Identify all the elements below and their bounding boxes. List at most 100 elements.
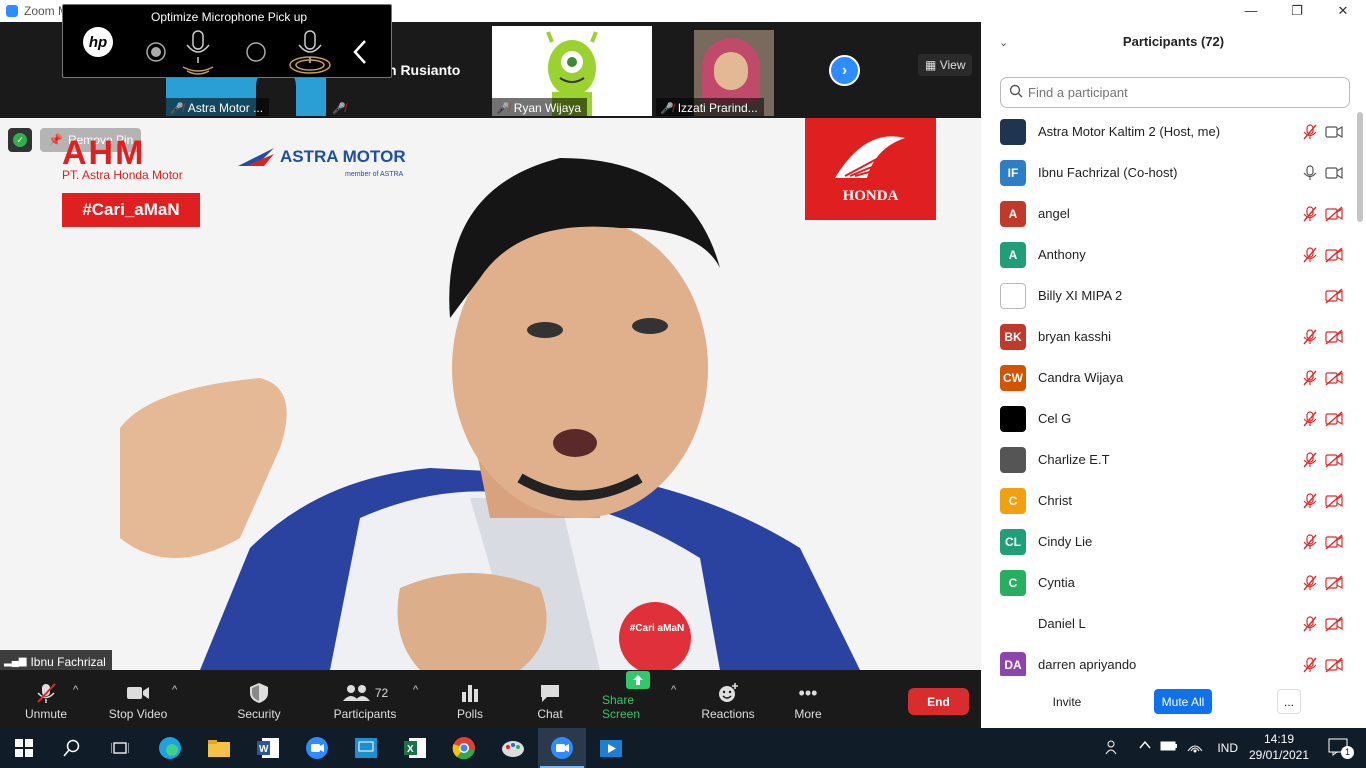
campaign-badge-text: #Cari aMaN	[629, 623, 685, 634]
thumbnail-izzati[interactable]: 🎤̸ Izzati Prarind...	[656, 26, 776, 116]
mic-muted-icon	[1302, 410, 1318, 427]
file-explorer-taskbar-icon[interactable]	[195, 728, 243, 768]
participant-name: Cindy Lie	[1038, 534, 1093, 549]
mic-muted-icon	[1302, 369, 1318, 386]
invite-button[interactable]: Invite	[1041, 689, 1093, 714]
signal-bars-icon: ▂▄▆	[4, 656, 27, 667]
clock-time[interactable]: 14:19	[1244, 732, 1314, 746]
search-input[interactable]	[1028, 85, 1328, 100]
stop-video-button[interactable]: Stop Video	[104, 670, 172, 728]
notification-count-badge: 1	[1341, 746, 1354, 759]
word-taskbar-icon[interactable]: W	[244, 728, 292, 768]
participant-avatar	[1000, 118, 1026, 145]
battery-icon[interactable]	[1160, 740, 1178, 755]
thumbnail-ryan-wijaya[interactable]: 🎤̸ Ryan Wijaya	[492, 26, 652, 116]
audio-options-caret-icon[interactable]: ^	[73, 684, 78, 696]
participant-avatar: A	[1000, 200, 1026, 227]
task-view-icon	[111, 742, 129, 754]
participant-avatar: C	[1000, 569, 1026, 596]
remote-desktop-taskbar-icon[interactable]	[342, 728, 390, 768]
participant-row[interactable]: C Cyntia	[981, 562, 1356, 603]
participant-row[interactable]: CW Candra Wijaya	[981, 357, 1356, 398]
clock-date[interactable]: 29/01/2021	[1244, 748, 1314, 762]
participant-name: Billy XI MIPA 2	[1038, 288, 1123, 303]
participant-avatar	[1000, 282, 1026, 309]
mic-muted-icon	[1302, 123, 1318, 140]
participant-row[interactable]: DA darren apriyando	[981, 644, 1356, 676]
participant-row[interactable]: Cel G	[981, 398, 1356, 439]
unmute-button[interactable]: Unmute	[18, 670, 74, 728]
participant-row[interactable]: Aangel	[981, 193, 1356, 234]
more-options-button[interactable]: ...	[1277, 689, 1301, 714]
participant-search[interactable]	[1000, 77, 1350, 108]
svg-text:X: X	[407, 744, 414, 755]
task-view-button[interactable]	[96, 728, 144, 768]
video-off-icon	[1325, 615, 1343, 632]
participants-options-caret-icon[interactable]: ^	[413, 684, 418, 696]
participants-button[interactable]: 72 Participants	[330, 670, 400, 728]
edge-taskbar-icon[interactable]	[146, 728, 194, 768]
tray-chevron-up-icon[interactable]	[1139, 739, 1151, 754]
people-icon[interactable]	[1105, 739, 1121, 758]
video-off-icon	[1325, 533, 1343, 550]
view-button[interactable]: ▦ View	[918, 54, 973, 76]
participant-row[interactable]: CL Cindy Lie	[981, 521, 1356, 562]
more-button[interactable]: ••• More	[790, 670, 826, 728]
participant-row[interactable]: C Christ	[981, 480, 1356, 521]
reactions-button[interactable]: Reactions	[700, 670, 756, 728]
windows-logo-icon	[15, 739, 33, 757]
mic-muted-icon	[1302, 615, 1318, 632]
mic-icon	[1302, 164, 1318, 181]
participant-row[interactable]: Billy XI MIPA 2	[981, 275, 1356, 316]
participant-row[interactable]: IF Ibnu Fachrizal (Co-host)	[981, 152, 1356, 193]
participant-row[interactable]: Daniel L	[981, 603, 1356, 644]
participant-list-scrollbar[interactable]	[1356, 110, 1364, 675]
thumbnail-label: 🎤̸ Izzati Prarind...	[656, 98, 764, 116]
security-button[interactable]: Security	[234, 670, 284, 728]
windows-taskbar: W X IND 14:19 29/01/2021 1	[0, 728, 1366, 768]
zoom-meeting-taskbar-icon[interactable]	[538, 728, 586, 768]
share-screen-button[interactable]: Share Screen	[602, 670, 674, 728]
chat-button[interactable]: Chat	[532, 670, 568, 728]
chrome-taskbar-icon[interactable]	[440, 728, 488, 768]
participant-row[interactable]: Charlize E.T	[981, 439, 1356, 480]
video-off-icon	[1325, 287, 1343, 304]
paint-taskbar-icon[interactable]	[489, 728, 537, 768]
video-options-caret-icon[interactable]: ^	[172, 684, 177, 696]
mic-muted-icon	[1302, 656, 1318, 673]
wifi-icon[interactable]	[1187, 739, 1203, 756]
thumbnail-name: n Rusianto	[388, 62, 461, 78]
participant-name: bryan kasshi	[1038, 329, 1111, 344]
language-indicator[interactable]: IND	[1217, 741, 1238, 755]
next-page-arrow-icon[interactable]: ›	[829, 55, 860, 86]
hp-microphone-popup: hp Optimize Microphone Pick up	[62, 4, 392, 78]
participant-name: Ibnu Fachrizal (Co-host)	[1038, 165, 1178, 180]
start-button[interactable]	[0, 728, 48, 768]
mute-all-button[interactable]: Mute All	[1154, 689, 1212, 714]
close-button[interactable]: ✕	[1320, 0, 1366, 22]
zoom-taskbar-icon[interactable]	[293, 728, 341, 768]
popup-title: Optimize Microphone Pick up	[151, 10, 308, 24]
thumbnail-label: 🎤̸	[328, 98, 352, 116]
media-player-taskbar-icon[interactable]	[587, 728, 635, 768]
participant-row[interactable]: Astra Motor Kaltim 2 (Host, me)	[981, 111, 1356, 152]
participant-row[interactable]: BK bryan kasshi	[981, 316, 1356, 357]
participant-avatar	[1000, 610, 1026, 637]
share-options-caret-icon[interactable]: ^	[671, 684, 676, 696]
participant-avatar	[1000, 405, 1026, 432]
minimize-button[interactable]: —	[1228, 0, 1274, 22]
share-screen-icon	[625, 670, 651, 690]
meeting-toolbar: Unmute ^ Stop Video ^ Security 72 Partic…	[0, 670, 981, 728]
mic-muted-icon: 🎤̸	[332, 102, 346, 115]
excel-taskbar-icon[interactable]: X	[391, 728, 439, 768]
maximize-button[interactable]: ❐	[1274, 0, 1320, 22]
speaker-name-tag: ▂▄▆ Ibnu Fachrizal	[0, 650, 112, 670]
polls-button[interactable]: Polls	[450, 670, 490, 728]
end-meeting-button[interactable]: End	[908, 688, 969, 715]
search-taskbar-button[interactable]	[48, 728, 96, 768]
participant-row[interactable]: A Anthony	[981, 234, 1356, 275]
hp-logo-icon: hp	[83, 27, 113, 57]
participant-list: Astra Motor Kaltim 2 (Host, me) IF Ibnu Fa…	[981, 111, 1356, 676]
mic-muted-icon	[1302, 205, 1318, 222]
video-off-icon	[1325, 246, 1343, 263]
